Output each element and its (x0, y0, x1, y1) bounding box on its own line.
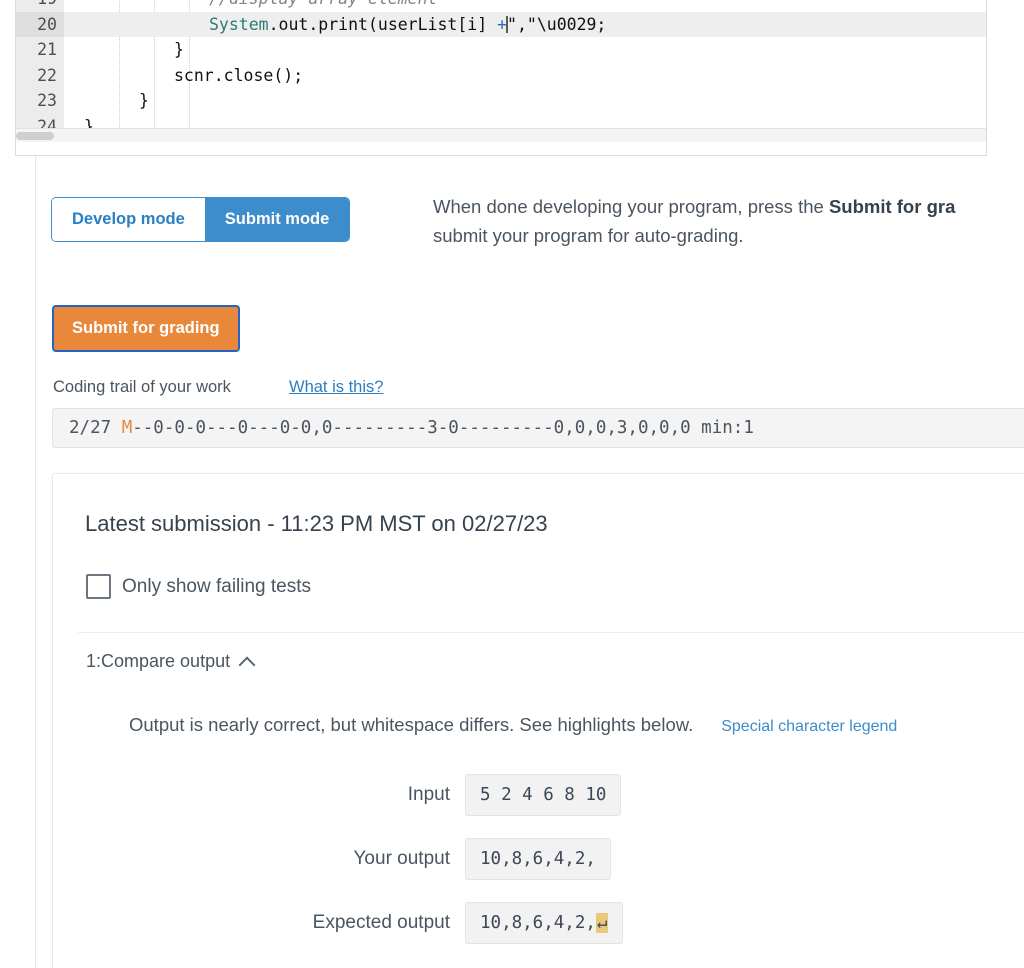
line-number: 20 (16, 11, 64, 38)
submit-mode-button[interactable]: Submit mode (204, 198, 350, 241)
mode-help-text: When done developing your program, press… (433, 192, 1024, 250)
page-root: 19 //display array element 20 System.out… (0, 0, 1024, 968)
submit-for-grading-button[interactable]: Submit for grading (52, 305, 240, 352)
io-label: Your output (353, 848, 451, 869)
code-line-text: } (139, 91, 149, 111)
test-result-message: Output is nearly correct, but whitespace… (129, 714, 694, 735)
code-line-text: //display array element (209, 0, 437, 12)
line-number: 23 (16, 88, 64, 114)
coding-trail-marker: M (121, 418, 133, 438)
latest-submission-title: Latest submission - 11:23 PM MST on 02/2… (85, 511, 548, 536)
code-line[interactable]: 23 } (16, 88, 986, 114)
io-value-box: 10,8,6,4,2, (465, 838, 611, 880)
latest-submission-card: Latest submission - 11:23 PM MST on 02/2… (52, 473, 1024, 968)
code-comment: //display array element (209, 0, 437, 8)
code-lines[interactable]: 19 //display array element 20 System.out… (16, 0, 986, 140)
chevron-up-icon[interactable] (240, 654, 255, 669)
code-line-text: System.out.print(userList[i] +","\u0029; (209, 12, 606, 38)
test-1-compare-output-header[interactable]: 1:Compare output (86, 651, 255, 672)
io-label: Expected output (312, 912, 450, 933)
help-line-1-bold: Submit for gra (828, 196, 956, 217)
io-label: Input (407, 784, 450, 805)
code-line[interactable]: 22 scnr.close(); (16, 62, 986, 89)
coding-trail-box: 2/27 M--0-0-0---0---0-0,0---------3-0---… (52, 408, 1024, 448)
code-line[interactable]: 19 //display array element (16, 0, 986, 12)
help-line-2: submit your program for auto-grading. (433, 225, 744, 246)
code-line-text: } (174, 40, 184, 60)
code-editor-viewport[interactable]: 19 //display array element 20 System.out… (16, 0, 986, 142)
io-value-text: 10,8,6,4,2, (480, 913, 596, 933)
io-row-input: Input 5 2 4 6 8 10 (53, 774, 1024, 816)
line-number: 22 (16, 62, 64, 89)
help-line-1-pre: When done developing your program, press… (433, 196, 829, 217)
code-line[interactable]: 21 } (16, 37, 986, 63)
code-editor[interactable]: 19 //display array element 20 System.out… (15, 0, 987, 156)
test-1-label: 1:Compare output (86, 651, 231, 671)
special-character-legend-link[interactable]: Special character legend (721, 718, 897, 735)
what-is-this-link[interactable]: What is this? (289, 378, 383, 397)
newline-glyph-highlight: ↵ (595, 913, 609, 933)
editor-horizontal-scrollbar[interactable] (16, 128, 986, 142)
io-row-your-output: Your output 10,8,6,4,2, (53, 838, 1024, 880)
io-row-expected-output: Expected output 10,8,6,4,2,↵ (53, 902, 1024, 944)
io-value-box: 10,8,6,4,2,↵ (465, 902, 624, 944)
io-value-box: 5 2 4 6 8 10 (465, 774, 622, 816)
coding-trail-sequence: --0-0-0---0---0-0,0---------3-0---------… (132, 418, 754, 438)
code-line-text: scnr.close(); (174, 65, 304, 85)
only-failing-tests-checkbox[interactable] (86, 574, 111, 599)
code-class-token: System (209, 14, 269, 34)
coding-trail-label: Coding trail of your work (53, 378, 231, 396)
develop-mode-button[interactable]: Develop mode (52, 198, 205, 241)
only-failing-tests-label: Only show failing tests (122, 575, 312, 597)
only-failing-tests-row[interactable]: Only show failing tests (86, 574, 311, 599)
card-divider (78, 632, 1024, 633)
test-result-message-row: Output is nearly correct, but whitespace… (129, 714, 1024, 736)
line-number: 19 (16, 0, 64, 12)
line-number: 21 (16, 37, 64, 63)
coding-trail-prefix: 2/27 (69, 418, 122, 438)
code-string-token: ","\u0029; (507, 14, 607, 34)
scrollbar-thumb[interactable] (16, 132, 54, 140)
code-line-active[interactable]: 20 System.out.print(userList[i] +","\u00… (16, 11, 986, 38)
code-rest-token: .out.print(userList[i] (268, 14, 498, 34)
mode-toggle-group[interactable]: Develop mode Submit mode (52, 198, 350, 241)
